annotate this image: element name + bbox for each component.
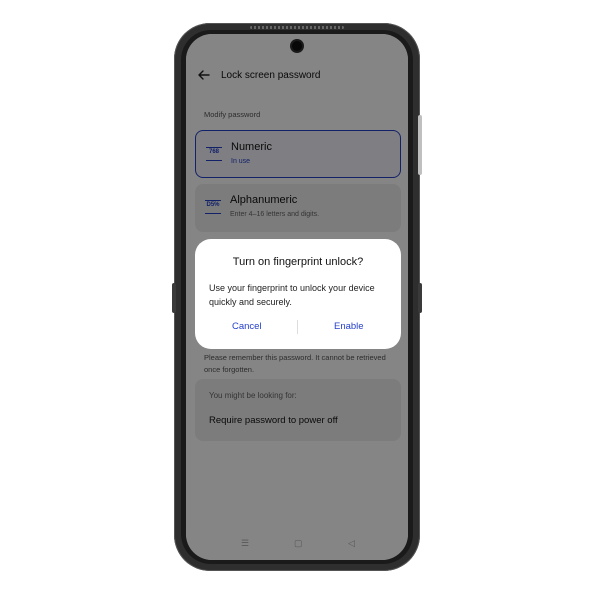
phone-screen: 10:10 Lock screen password Modify passwo… (186, 34, 408, 560)
speaker-grill (250, 26, 344, 29)
enable-button[interactable]: Enable (334, 321, 364, 332)
dialog-button-divider (297, 320, 298, 334)
cancel-button[interactable]: Cancel (232, 321, 262, 332)
dialog-title: Turn on fingerprint unlock? (232, 256, 364, 268)
dialog-message: Use your fingerprint to unlock your devi… (209, 283, 375, 307)
side-button-left (172, 283, 176, 313)
power-button (418, 283, 422, 313)
volume-button (418, 115, 422, 175)
fingerprint-dialog: Turn on fingerprint unlock? Use your fin… (195, 239, 401, 349)
